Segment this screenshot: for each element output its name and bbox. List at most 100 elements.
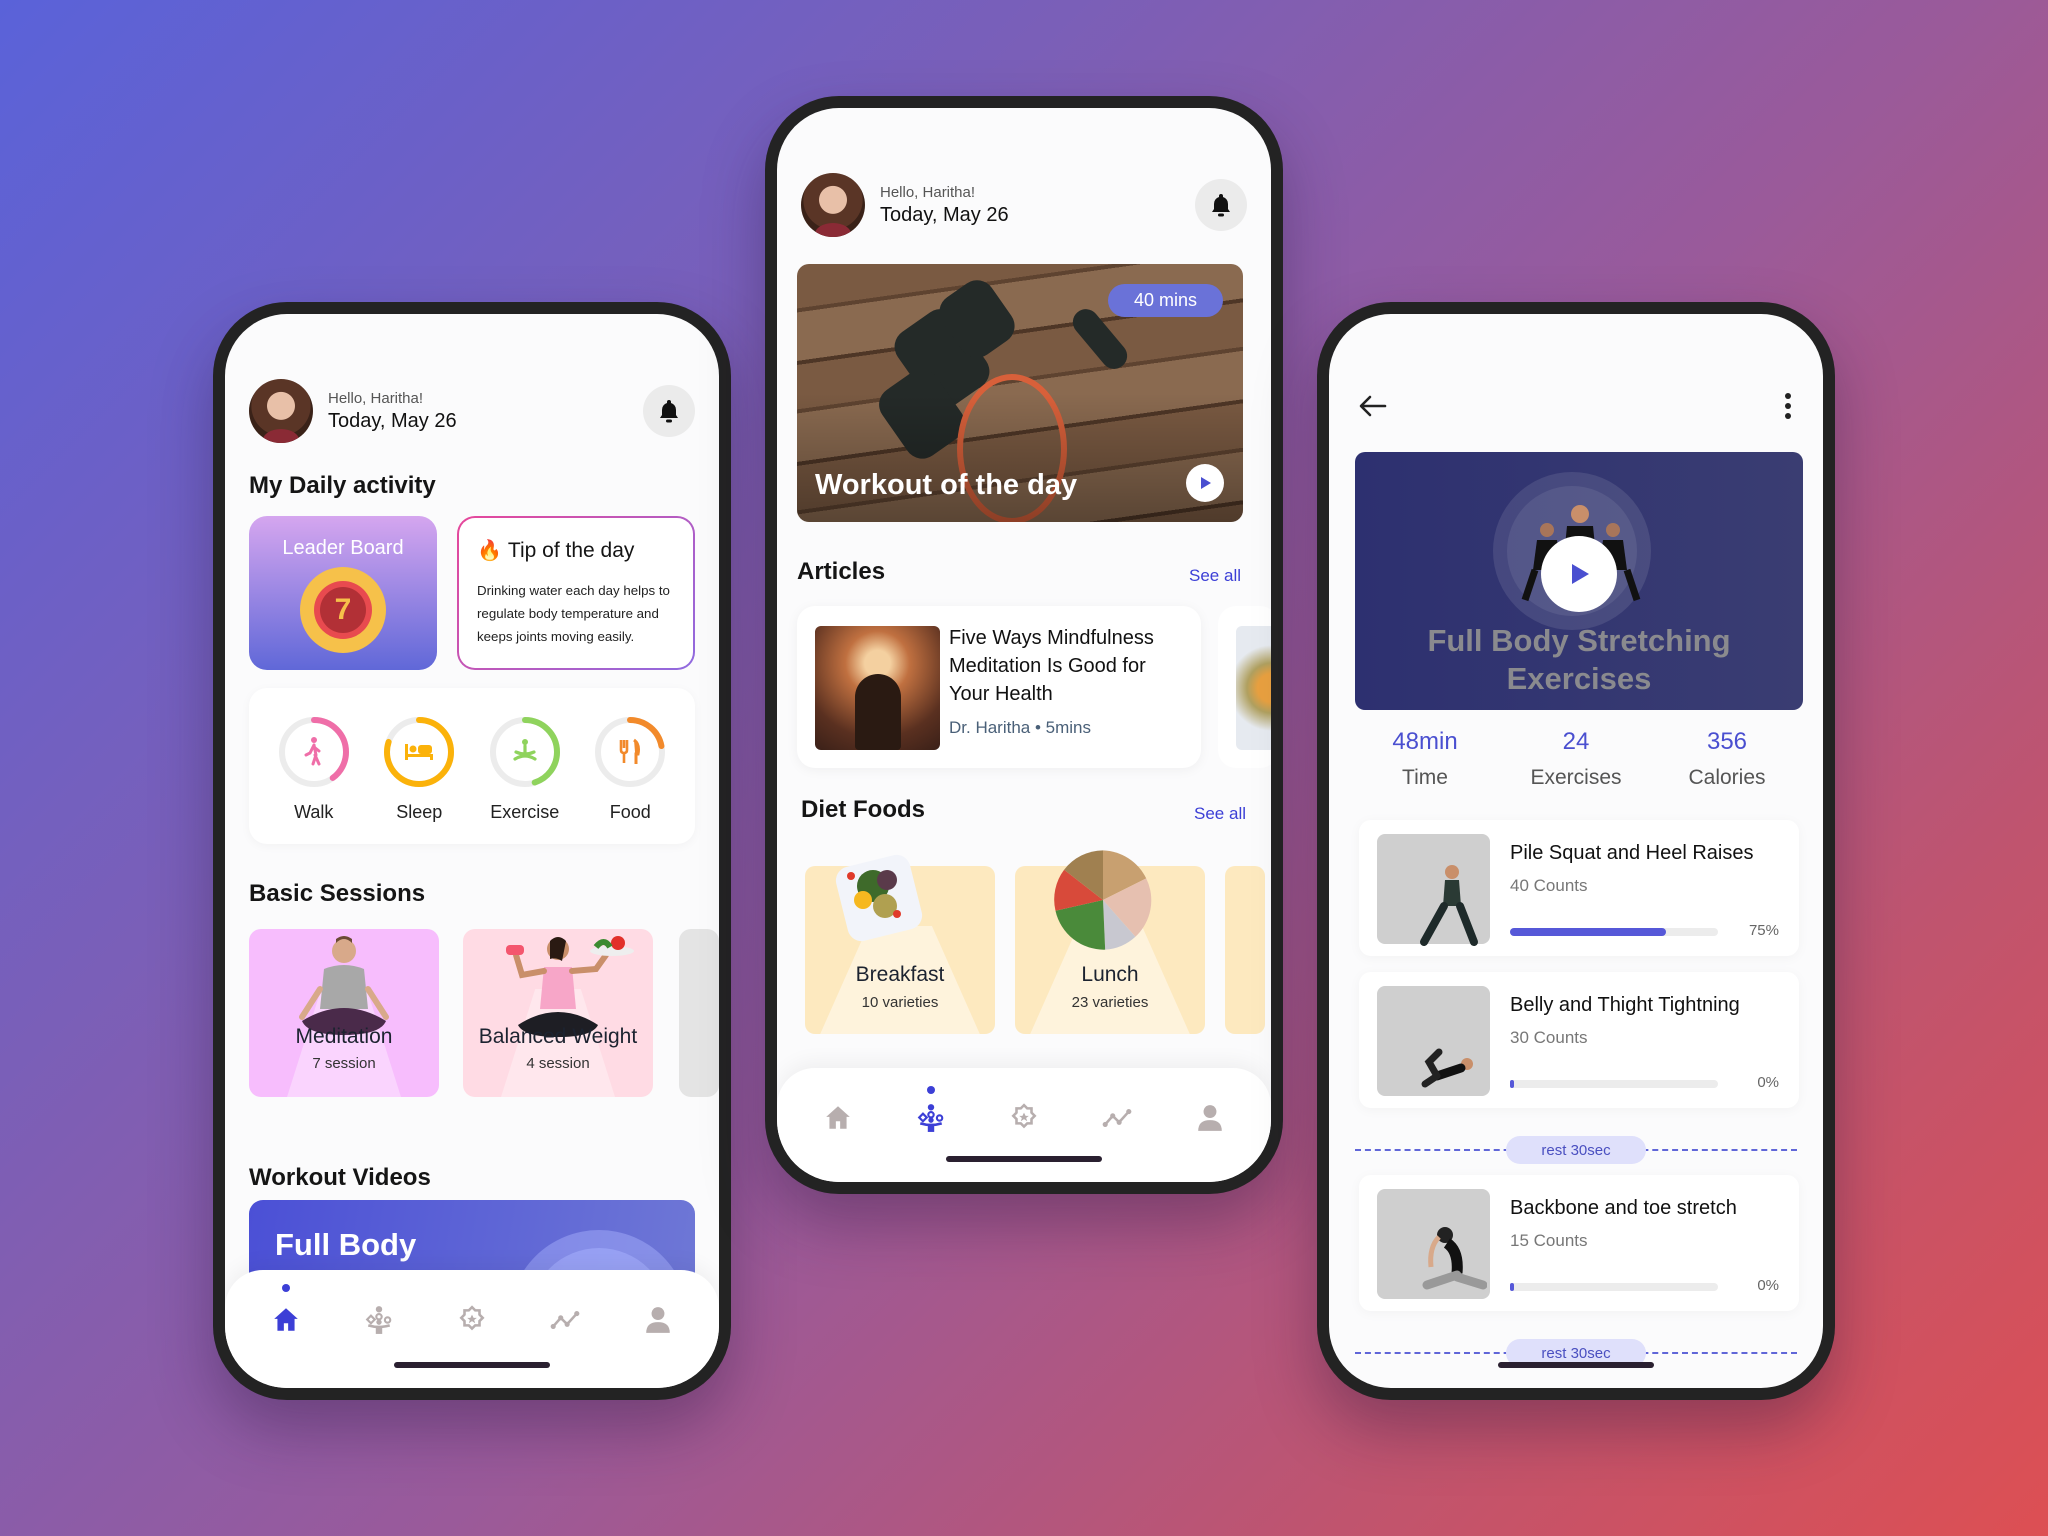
nav-progress[interactable] [1095,1096,1139,1140]
exercise-person-image [1420,865,1478,946]
activity-label: Sleep [396,802,443,822]
stat-time: 48min Time [1355,728,1495,790]
workout-of-day-card[interactable]: 40 mins Workout of the day [797,264,1243,522]
stat-calories: 356 Calories [1657,728,1797,790]
session-count: 7 session [312,1055,376,1072]
nav-badges[interactable] [1002,1096,1046,1140]
leaderboard-card[interactable]: Leader Board 7 [249,516,437,670]
article-title: Five Ways Mindfulness Meditation Is Good… [949,627,1154,705]
top-bar [1359,388,1793,428]
nav-profile[interactable] [1188,1096,1232,1140]
workout-title: Full Body Stretching Exercises [1427,623,1731,696]
diet-title: Breakfast [855,963,945,986]
activity-label: Exercise [490,802,560,822]
bottom-nav [777,1068,1271,1182]
person-icon [1198,1105,1223,1131]
nav-badges[interactable] [450,1298,494,1342]
activity-ring-exercise[interactable]: Exercise [485,712,565,844]
diet-card-partial[interactable] [1225,866,1265,1034]
notifications-button[interactable] [1195,179,1247,231]
nav-progress[interactable] [543,1298,587,1342]
workout-hero-video[interactable]: Full Body Stretching Exercises [1355,452,1803,710]
progress-ring [278,717,349,787]
bottom-nav [225,1270,719,1388]
stat-label: Calories [1688,766,1766,789]
exercise-card[interactable]: Belly and Thight Tightning 30 Counts 0% [1359,972,1799,1108]
activity-ring-sleep[interactable]: Sleep [379,712,459,844]
diet-see-all-link[interactable]: See all [1194,804,1246,824]
home-screen: Hello, Haritha! Today, May 26 My Daily a… [225,314,719,1388]
badge-star-icon [1011,1103,1037,1129]
home-icon [825,1106,850,1129]
session-card-partial[interactable] [679,929,719,1097]
exercise-card[interactable]: Backbone and toe stretch 15 Counts 0% [1359,1175,1799,1311]
diet-count: 23 varieties [1071,994,1149,1011]
article-card[interactable]: Five Ways Mindfulness Meditation Is Good… [797,606,1201,768]
phone-explore: Hello, Haritha! Today, May 26 40 mins Wo… [765,96,1283,1194]
greeting: Hello, Haritha! [328,389,424,407]
phone-home: Hello, Haritha! Today, May 26 My Daily a… [213,302,731,1400]
play-button[interactable] [1541,536,1617,612]
session-card-balanced-weight[interactable]: Balanced Weight 4 session [463,929,653,1097]
avatar[interactable] [249,379,313,443]
daily-activity-title: My Daily activity [249,472,436,499]
stat-label: Time [1402,766,1448,789]
exercise-progress-label: 75% [1748,922,1779,939]
arrow-left-icon [1359,395,1387,416]
exercise-progress-bar [1510,1283,1718,1291]
tip-body: Drinking water each day helps to regulat… [477,583,670,644]
bell-icon [660,400,678,423]
session-card-meditation[interactable]: Meditation 7 session [249,929,439,1097]
activity-ring-food[interactable]: Food [590,712,670,844]
nav-profile[interactable] [636,1298,680,1342]
workout-stats: 48min Time 24 Exercises 356 Calories [1355,728,1797,790]
session-title: Meditation [295,1025,393,1048]
lunch-food-wheel-image [1054,850,1152,950]
workout-detail-screen: Full Body Stretching Exercises 48min Tim… [1329,314,1823,1388]
date-label: Today, May 26 [328,409,457,432]
play-button[interactable] [1186,464,1224,502]
tip-of-day-card[interactable]: 🔥 Tip of the day Drinking water each day … [457,516,695,670]
exercise-progress-bar [1510,1080,1718,1088]
exercise-name: Backbone and toe stretch [1510,1197,1737,1219]
sessions-carousel: Meditation 7 session Balanced Weight 4 s… [249,834,719,1097]
exercise-progress-fill [1510,1283,1514,1291]
exercise-progress-fill [1510,1080,1514,1088]
header: Hello, Haritha! Today, May 26 [801,172,1247,238]
explore-screen: Hello, Haritha! Today, May 26 40 mins Wo… [777,108,1271,1182]
chart-line-icon [1102,1109,1132,1127]
rest-badge: rest 30sec [1506,1136,1646,1164]
breakfast-plate-image [835,854,923,942]
diet-count: 10 varieties [861,994,939,1011]
activity-ring-walk[interactable]: Walk [274,712,354,844]
greeting: Hello, Haritha! [880,183,976,201]
rest-divider: rest 30sec [1355,1136,1797,1164]
workout-of-day-title: Workout of the day [815,469,1078,501]
exercise-counts: 30 Counts [1510,1028,1588,1047]
exercise-card[interactable]: Pile Squat and Heel Raises 40 Counts 75% [1359,820,1799,956]
article-card-partial[interactable] [1218,606,1271,768]
stat-value: 24 [1562,728,1590,755]
nav-home[interactable] [264,1284,308,1342]
stat-label: Exercises [1530,766,1622,789]
nav-home[interactable] [816,1096,860,1140]
chart-line-icon [550,1311,580,1329]
notifications-button[interactable] [643,385,695,437]
articles-see-all-link[interactable]: See all [1189,566,1241,586]
stat-value: 356 [1706,728,1748,755]
diet-foods-title: Diet Foods [801,796,925,823]
back-button[interactable] [1359,395,1387,422]
activity-label: Walk [294,802,334,822]
home-indicator [946,1156,1102,1162]
progress-ring [489,717,560,787]
session-title: Balanced Weight [478,1025,638,1048]
article-meta: Dr. Haritha • 5mins [949,718,1091,737]
more-vertical-icon [1785,392,1791,419]
juggler-icon [917,1104,944,1132]
progress-ring [384,717,455,787]
nav-explore[interactable] [357,1298,401,1342]
more-options-button[interactable] [1783,392,1793,425]
exercise-progress-bar [1510,928,1718,936]
nav-explore[interactable] [909,1086,953,1140]
avatar[interactable] [801,173,865,237]
